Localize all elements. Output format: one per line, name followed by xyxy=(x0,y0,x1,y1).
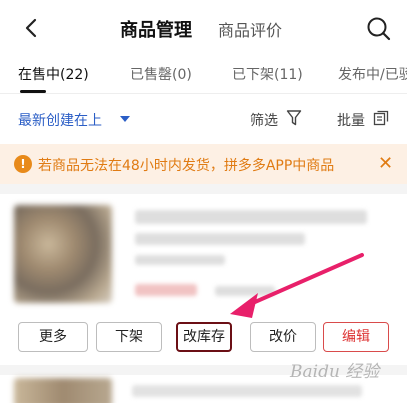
tab-delisted[interactable]: 已下架(11) xyxy=(232,64,303,84)
batch-button[interactable]: 批量 xyxy=(337,110,365,130)
sort-filter-bar: 最新创建在上 筛选 批量 xyxy=(0,95,407,143)
product-title-placeholder xyxy=(135,210,367,224)
search-icon[interactable] xyxy=(364,14,394,44)
delist-button[interactable]: 下架 xyxy=(96,322,162,352)
more-button[interactable]: 更多 xyxy=(18,322,88,352)
notice-text: 若商品无法在48小时内发货，拼多多APP中商品 xyxy=(38,158,335,174)
status-tabs: 在售中(22) 已售罄(0) 已下架(11) 发布中/已驳回 xyxy=(0,56,407,94)
edit-stock-button[interactable]: 改库存 xyxy=(176,322,232,352)
warning-icon: ! xyxy=(14,155,32,173)
product-price-placeholder xyxy=(135,284,197,296)
page-title: 商品管理 xyxy=(120,20,192,41)
product-title-placeholder xyxy=(132,385,362,397)
product-thumbnail[interactable] xyxy=(14,205,112,303)
watermark-logo: Baidu 经验 xyxy=(290,362,380,382)
tab-sold-out[interactable]: 已售罄(0) xyxy=(130,64,192,84)
batch-list-icon[interactable] xyxy=(373,110,389,126)
app-header: 商品管理 商品评价 xyxy=(0,0,407,56)
filter-button[interactable]: 筛选 xyxy=(250,110,278,130)
product-stock-placeholder xyxy=(215,286,275,296)
close-icon[interactable]: ✕ xyxy=(378,154,393,174)
section-divider xyxy=(0,184,407,194)
tab-publishing-rejected[interactable]: 发布中/已驳回 xyxy=(338,64,407,84)
shipping-notice-banner: ! 若商品无法在48小时内发货，拼多多APP中商品 ✕ xyxy=(0,144,407,184)
active-tab-indicator xyxy=(20,90,46,93)
product-thumbnail[interactable] xyxy=(14,378,112,403)
product-subtitle-placeholder xyxy=(135,233,305,245)
edit-button[interactable]: 编辑 xyxy=(323,322,389,352)
product-meta-placeholder xyxy=(135,255,225,265)
sort-dropdown[interactable]: 最新创建在上 xyxy=(18,110,102,130)
caret-down-icon[interactable] xyxy=(120,116,130,122)
tab-product-reviews[interactable]: 商品评价 xyxy=(218,17,282,41)
tab-on-sale[interactable]: 在售中(22) xyxy=(18,64,89,84)
funnel-icon[interactable] xyxy=(286,109,302,127)
back-chevron-icon[interactable] xyxy=(18,14,46,42)
edit-price-button[interactable]: 改价 xyxy=(250,322,316,352)
